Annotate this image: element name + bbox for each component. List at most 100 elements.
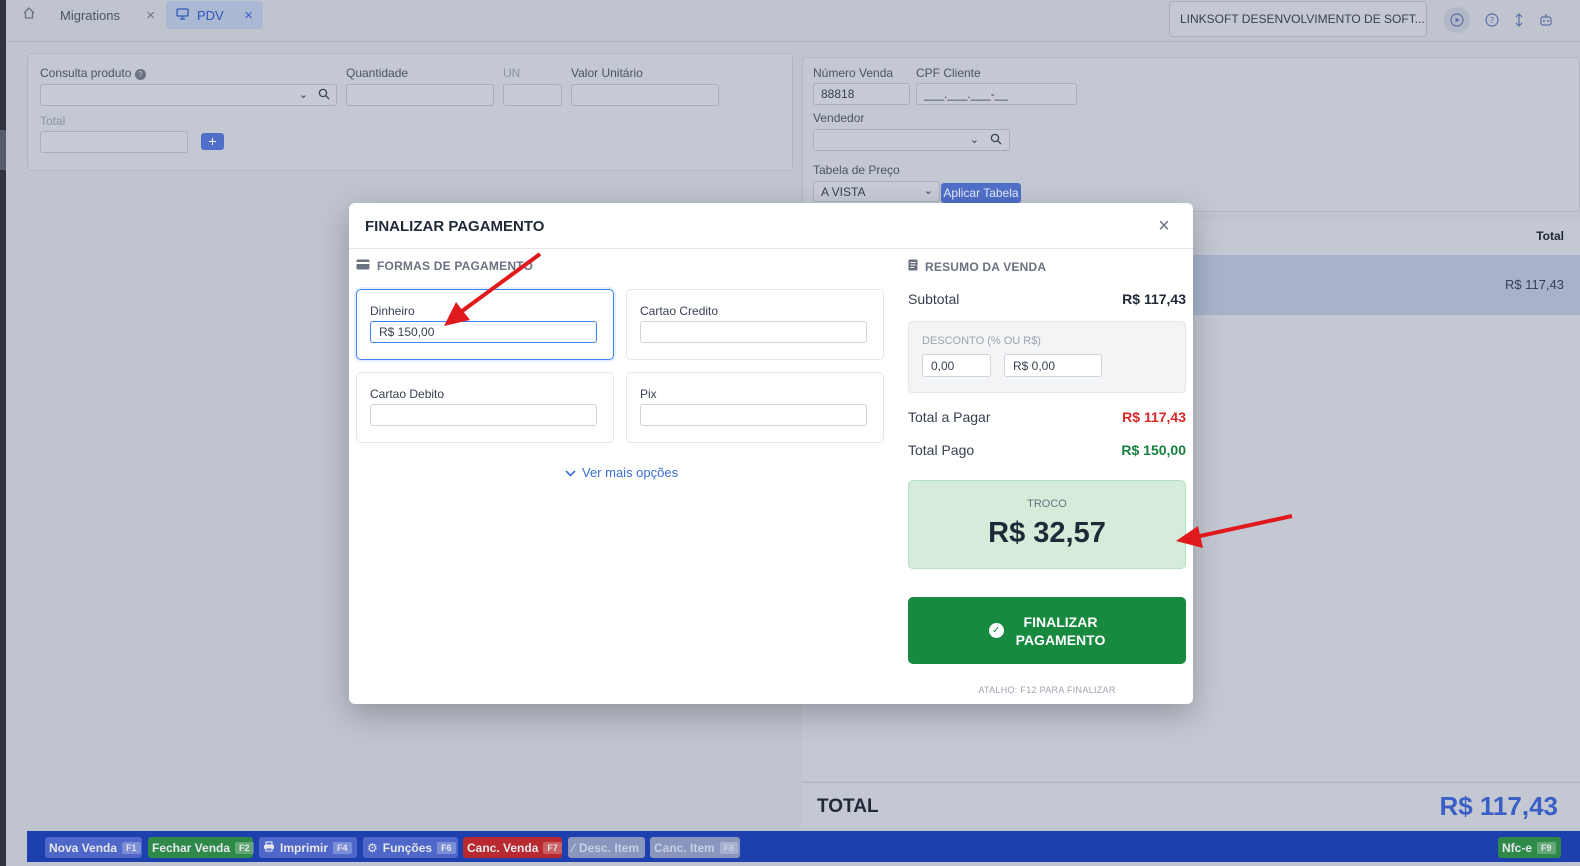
printer-icon bbox=[263, 840, 275, 855]
funcoes-button[interactable]: ⚙ Funções F6 bbox=[363, 837, 458, 858]
valor-unitario-label: Valor Unitário bbox=[571, 66, 643, 80]
valor-unitario-input[interactable] bbox=[571, 84, 719, 106]
left-strip-marker bbox=[0, 130, 6, 170]
nfce-button[interactable]: Nfc-e F9 bbox=[1498, 837, 1561, 858]
cancelar-venda-label: Canc. Venda bbox=[467, 840, 539, 855]
total-pagar-label: Total a Pagar bbox=[908, 409, 991, 425]
vendedor-label: Vendedor bbox=[813, 111, 865, 125]
shortcut-bar: Nova Venda F1 Fechar Venda F2 Imprimir F4 ⚙… bbox=[27, 831, 1580, 862]
cartao-debito-input[interactable] bbox=[370, 404, 597, 426]
chevron-down-icon: ⌄ bbox=[1425, 14, 1426, 25]
key-hint: F7 bbox=[543, 841, 562, 854]
desconto-percent-input[interactable]: 0,00 bbox=[922, 354, 991, 377]
tab-migrations-label: Migrations bbox=[60, 7, 120, 23]
desconto-box: DESCONTO (% OU R$) 0,00 R$ 0,00 bbox=[908, 321, 1186, 393]
payment-method-cartao-credito[interactable]: Cartao Credito bbox=[626, 289, 884, 360]
finalizar-pagamento-label: FINALIZAR PAGAMENTO bbox=[1016, 613, 1106, 649]
svg-text:?: ? bbox=[1490, 16, 1494, 25]
percent-icon: ⁄ bbox=[572, 840, 575, 855]
close-tab-pdv-icon[interactable]: × bbox=[244, 7, 253, 24]
cartao-debito-label: Cartao Debito bbox=[370, 387, 445, 401]
close-icon[interactable]: × bbox=[1153, 215, 1175, 237]
check-circle-icon: ✓ bbox=[988, 623, 1004, 638]
total-input bbox=[40, 131, 188, 153]
subtotal-label: Subtotal bbox=[908, 291, 960, 307]
company-name: LINKSOFT DESENVOLVIMENTO DE SOFT... bbox=[1180, 12, 1425, 26]
dinheiro-label: Dinheiro bbox=[370, 304, 415, 318]
total-pagar-row: Total a Pagar R$ 117,43 bbox=[908, 409, 1186, 425]
imprimir-button[interactable]: Imprimir F4 bbox=[259, 837, 357, 858]
atalho-hint: ATALHO: F12 PARA FINALIZAR bbox=[978, 685, 1116, 695]
chevron-down-icon: ⌄ bbox=[923, 185, 933, 197]
total-pago-value: R$ 150,00 bbox=[1121, 442, 1186, 458]
ver-mais-opcoes-link[interactable]: Ver mais opções bbox=[565, 465, 678, 480]
add-item-button[interactable]: + bbox=[201, 133, 224, 150]
cancelar-item-button[interactable]: Canc. Item F8 bbox=[650, 837, 740, 858]
row-total: R$ 117,43 bbox=[1504, 277, 1564, 292]
resumo-venda-title: RESUMO DA VENDA bbox=[908, 259, 1046, 274]
aplicar-tabela-button[interactable]: Aplicar Tabela bbox=[941, 183, 1021, 203]
total-pago-row: Total Pago R$ 150,00 bbox=[908, 442, 1186, 458]
subtotal-row: Subtotal R$ 117,43 bbox=[908, 291, 1186, 307]
tab-migrations[interactable]: Migrations × bbox=[50, 1, 165, 29]
robot-icon[interactable] bbox=[1533, 7, 1559, 33]
vendedor-select[interactable]: ⌄ bbox=[813, 129, 1010, 151]
left-strip bbox=[0, 0, 6, 866]
ver-mais-opcoes-label: Ver mais opções bbox=[582, 465, 679, 480]
desconto-value-input[interactable]: R$ 0,00 bbox=[1004, 354, 1102, 377]
tab-pdv[interactable]: PDV × bbox=[166, 1, 263, 29]
key-hint: F9 bbox=[1537, 841, 1556, 854]
credit-card-icon bbox=[356, 259, 370, 273]
play-icon[interactable] bbox=[1444, 7, 1470, 33]
chevron-down-icon bbox=[565, 465, 576, 480]
tabela-preco-select[interactable]: A VISTA ⌄ bbox=[813, 181, 940, 202]
search-icon[interactable] bbox=[318, 88, 330, 103]
total-column-header: Total bbox=[1536, 229, 1564, 243]
finalizar-pagamento-button[interactable]: ✓ FINALIZAR PAGAMENTO bbox=[908, 597, 1186, 664]
formas-pagamento-label: FORMAS DE PAGAMENTO bbox=[377, 259, 534, 273]
numero-venda-label: Número Venda bbox=[813, 66, 894, 80]
nova-venda-button[interactable]: Nova Venda F1 bbox=[45, 837, 142, 858]
troco-label: TROCO bbox=[1027, 498, 1067, 510]
cpf-cliente-label: CPF Cliente bbox=[916, 66, 981, 80]
grand-total-bar: TOTAL R$ 117,43 bbox=[802, 782, 1580, 828]
gear-icon: ⚙ bbox=[367, 840, 378, 855]
company-select[interactable]: LINKSOFT DESENVOLVIMENTO DE SOFT... ⌄ bbox=[1169, 1, 1427, 37]
monitor-icon bbox=[176, 7, 189, 23]
imprimir-label: Imprimir bbox=[280, 840, 329, 855]
key-hint: F6 bbox=[437, 841, 456, 854]
resumo-venda-label: RESUMO DA VENDA bbox=[925, 259, 1047, 274]
info-icon: ? bbox=[134, 69, 146, 80]
nfce-label: Nfc-e bbox=[1502, 840, 1533, 855]
chevron-down-icon: ⌄ bbox=[969, 134, 979, 146]
consulta-produto-select[interactable]: ⌄ bbox=[40, 84, 337, 106]
key-hint: F8 bbox=[719, 841, 739, 854]
resize-vertical-icon[interactable] bbox=[1506, 7, 1532, 33]
dinheiro-input[interactable]: R$ 150,00 bbox=[370, 321, 597, 343]
cartao-credito-input[interactable] bbox=[640, 321, 867, 343]
desconto-label: DESCONTO (% OU R$) bbox=[922, 335, 1041, 347]
quantidade-label: Quantidade bbox=[346, 66, 409, 80]
tab-pdv-label: PDV bbox=[197, 7, 224, 23]
chevron-down-icon: ⌄ bbox=[298, 89, 308, 101]
payment-modal: FINALIZAR PAGAMENTO × FORMAS DE PAGAMENT… bbox=[349, 203, 1193, 704]
troco-value: R$ 32,57 bbox=[988, 517, 1106, 549]
cpf-cliente-input[interactable]: ___.___.___-__ bbox=[916, 83, 1077, 105]
fechar-venda-button[interactable]: Fechar Venda F2 bbox=[148, 837, 254, 858]
desconto-item-label: Desc. Item bbox=[579, 840, 640, 855]
cancelar-item-label: Canc. Item bbox=[654, 840, 715, 855]
payment-method-cartao-debito[interactable]: Cartao Debito bbox=[356, 372, 614, 443]
help-icon[interactable]: ? bbox=[1479, 7, 1505, 33]
quantidade-input[interactable] bbox=[346, 84, 494, 106]
payment-method-dinheiro[interactable]: Dinheiro R$ 150,00 bbox=[356, 289, 614, 360]
desconto-item-button[interactable]: ⁄ Desc. Item bbox=[568, 837, 645, 858]
payment-method-pix[interactable]: Pix bbox=[626, 372, 884, 443]
numero-venda-input[interactable]: 88818 bbox=[813, 83, 910, 105]
pix-input[interactable] bbox=[640, 404, 867, 426]
troco-box: TROCO R$ 32,57 bbox=[908, 480, 1186, 569]
home-icon[interactable] bbox=[22, 6, 42, 24]
search-icon[interactable] bbox=[990, 133, 1002, 148]
close-tab-migrations-icon[interactable]: × bbox=[146, 7, 155, 24]
grand-total-label: TOTAL bbox=[817, 796, 879, 817]
cancelar-venda-button[interactable]: Canc. Venda F7 bbox=[463, 837, 562, 858]
